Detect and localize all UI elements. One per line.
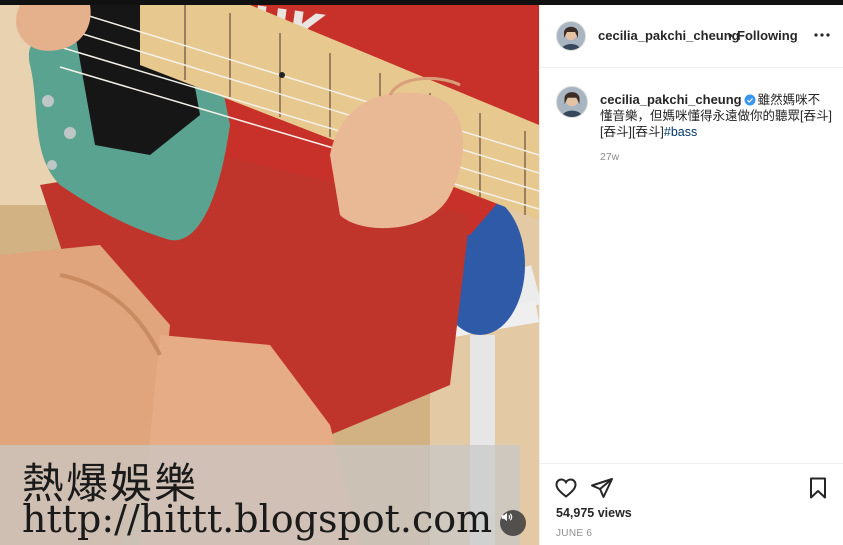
caption-avatar[interactable] <box>556 86 588 118</box>
following-button[interactable]: Following <box>737 28 798 43</box>
more-options-button[interactable] <box>810 23 834 47</box>
watermark-url: http://hittt.blogspot.com <box>22 497 493 541</box>
share-button[interactable] <box>590 476 614 505</box>
verified-badge-icon <box>744 94 756 106</box>
send-icon <box>591 478 613 498</box>
mute-button[interactable] <box>500 510 526 536</box>
caption-username[interactable]: cecilia_pakchi_cheung <box>600 92 742 107</box>
post-video[interactable]: UK <box>0 5 539 545</box>
post-date[interactable]: JUNE 6 <box>556 528 592 539</box>
bookmark-icon <box>810 477 826 499</box>
post-caption: cecilia_pakchi_cheung 雖然媽咪不懂音樂，但媽咪懂得永遠做你… <box>540 68 843 463</box>
post-details-panel: cecilia_pakchi_cheung • Following cecili… <box>539 5 843 545</box>
avatar-image <box>557 22 585 50</box>
view-count[interactable]: 54,975 views <box>556 506 632 520</box>
watermark-overlay: 熱爆娛樂 http://hittt.blogspot.com <box>0 445 520 545</box>
post-header: cecilia_pakchi_cheung • Following <box>540 5 843 68</box>
separator-dot: • <box>728 28 733 43</box>
caption-text: cecilia_pakchi_cheung 雖然媽咪不懂音樂，但媽咪懂得永遠做你… <box>600 92 832 140</box>
avatar-image <box>557 87 587 117</box>
time-ago[interactable]: 27w <box>600 151 619 163</box>
username-link[interactable]: cecilia_pakchi_cheung <box>598 28 740 43</box>
save-button[interactable] <box>806 476 830 505</box>
speaker-icon <box>501 512 513 522</box>
more-options-icon <box>814 33 830 37</box>
action-bar: 54,975 views JUNE 6 <box>540 463 843 545</box>
profile-avatar[interactable] <box>556 21 586 51</box>
heart-icon <box>555 478 577 498</box>
like-button[interactable] <box>554 476 578 505</box>
hashtag-link[interactable]: #bass <box>664 125 697 139</box>
